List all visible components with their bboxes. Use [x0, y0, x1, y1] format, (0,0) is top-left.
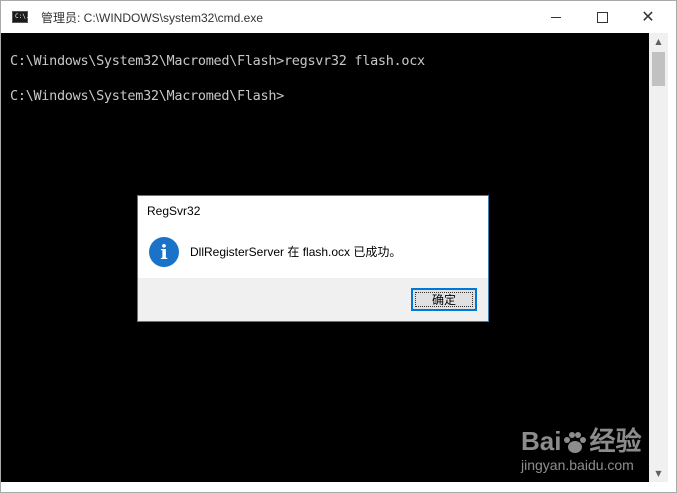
- window-border: [1, 482, 676, 492]
- window-title: 管理员: C:\WINDOWS\system32\cmd.exe: [41, 11, 264, 25]
- minimize-button[interactable]: [533, 1, 579, 33]
- dialog-title: RegSvr32: [147, 204, 201, 218]
- window-border: [668, 33, 676, 482]
- focus-ring: [415, 292, 473, 307]
- close-icon: ✕: [641, 7, 655, 26]
- maximize-icon: [596, 11, 608, 23]
- dialog-footer: 确定: [138, 278, 488, 321]
- scroll-up-arrow-icon[interactable]: ▲: [649, 33, 668, 50]
- ok-button[interactable]: 确定: [411, 288, 477, 311]
- scroll-down-arrow-icon[interactable]: ▼: [649, 465, 668, 482]
- dialog-message: DllRegisterServer 在 flash.ocx 已成功。: [190, 245, 402, 259]
- title-bar[interactable]: C:\. 管理员: C:\WINDOWS\system32\cmd.exe ✕: [1, 1, 676, 33]
- cmd-icon: C:\.: [12, 11, 29, 23]
- scroll-thumb[interactable]: [652, 52, 665, 86]
- maximize-button[interactable]: [579, 1, 625, 33]
- cmd-window: C:\. 管理员: C:\WINDOWS\system32\cmd.exe ✕ …: [0, 0, 677, 493]
- vertical-scrollbar[interactable]: ▲ ▼: [649, 33, 668, 482]
- console-line: C:\Windows\System32\Macromed\Flash>: [10, 88, 284, 104]
- console-line: C:\Windows\System32\Macromed\Flash>regsv…: [10, 53, 425, 69]
- message-dialog: RegSvr32 i DllRegisterServer 在 flash.ocx…: [137, 195, 489, 322]
- minimize-icon: [551, 16, 561, 18]
- info-icon: i: [149, 237, 179, 267]
- close-button[interactable]: ✕: [625, 1, 671, 33]
